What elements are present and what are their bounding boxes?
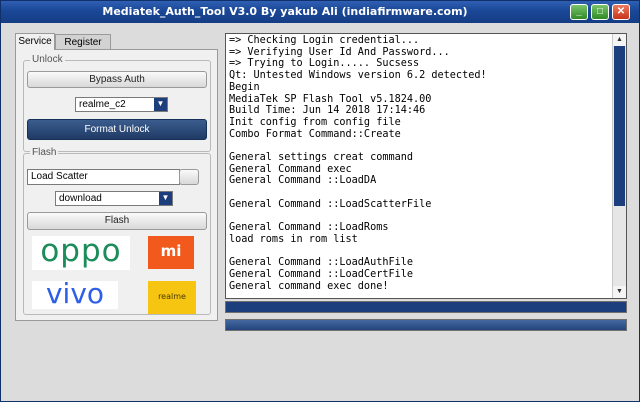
model-select-value: realme_c2 — [79, 99, 126, 110]
minimize-button[interactable]: _ — [570, 4, 588, 20]
log-line: Begin — [229, 81, 260, 93]
tab-service[interactable]: Service — [15, 33, 55, 50]
log-line: Build Time: Jun 14 2018 17:14:46 — [229, 105, 426, 117]
chevron-down-icon: ▼ — [159, 192, 172, 205]
log-line: MediaTek SP Flash Tool v5.1824.00 — [229, 93, 432, 105]
progress-bar — [225, 301, 627, 313]
unlock-group: Unlock Bypass Auth realme_c2 ▼ Format Un… — [23, 54, 211, 152]
log-line: => Trying to Login..... Sucsess — [229, 58, 420, 70]
scatter-file-text: Load Scatter — [31, 171, 88, 182]
window-title: Mediatek_Auth_Tool V3.0 By yakub Ali (in… — [102, 5, 468, 18]
log-line: General settings creat command — [229, 152, 414, 164]
log-line: General Command ::LoadCertFile — [229, 269, 414, 281]
log-line: General Command ::LoadScatterFile — [229, 198, 432, 210]
log-line: General Command exec — [229, 163, 352, 175]
realme-logo: realme — [148, 281, 196, 314]
chevron-down-icon: ▼ — [154, 98, 167, 111]
flash-group: Flash Load Scatter download ▼ Flash oppo… — [23, 147, 211, 315]
flash-button[interactable]: Flash — [27, 212, 207, 230]
app-window: Mediatek_Auth_Tool V3.0 By yakub Ali (in… — [0, 0, 640, 402]
log-text: => Checking Login credential... => Verify… — [229, 35, 613, 292]
mode-select-value: download — [59, 193, 102, 204]
log-scrollbar[interactable]: ▲ ▼ — [612, 34, 626, 298]
realme-logo-text: realme — [158, 292, 186, 301]
log-line: General Command ::LoadAuthFile — [229, 257, 414, 269]
scroll-down-icon[interactable]: ▼ — [613, 286, 626, 298]
bypass-auth-button[interactable]: Bypass Auth — [27, 71, 207, 88]
maximize-button[interactable]: □ — [591, 4, 609, 20]
log-line: load roms in rom list — [229, 233, 358, 245]
mi-logo: mi — [148, 236, 194, 269]
scroll-up-icon[interactable]: ▲ — [613, 34, 626, 46]
log-line: General Command ::LoadDA — [229, 175, 377, 187]
vivo-logo-text: vivo — [45, 277, 105, 310]
log-line: => Verifying User Id And Password... — [229, 46, 450, 58]
mode-select[interactable]: download ▼ — [55, 191, 173, 206]
log-line: General command exec done! — [229, 280, 389, 292]
maximize-icon: □ — [596, 6, 604, 17]
title-bar[interactable]: Mediatek_Auth_Tool V3.0 By yakub Ali (in… — [1, 1, 639, 23]
minimize-icon: _ — [576, 6, 582, 17]
vivo-logo: vivo — [32, 277, 118, 310]
log-line: => Checking Login credential... — [229, 35, 420, 46]
log-line: Qt: Untested Windows version 6.2 detecte… — [229, 70, 487, 82]
unlock-group-label: Unlock — [30, 54, 65, 65]
log-line: General Command ::LoadRoms — [229, 222, 389, 234]
oppo-logo-text: oppo — [40, 233, 122, 269]
tab-register[interactable]: Register — [55, 34, 111, 49]
scroll-thumb[interactable] — [614, 46, 625, 206]
format-unlock-button[interactable]: Format Unlock — [27, 119, 207, 140]
service-panel: Unlock Bypass Auth realme_c2 ▼ Format Un… — [15, 49, 218, 321]
close-icon: ✕ — [616, 6, 626, 17]
model-select[interactable]: realme_c2 ▼ — [75, 97, 168, 112]
flash-group-label: Flash — [30, 147, 59, 158]
log-line: Combo Format Command::Create — [229, 128, 401, 140]
log-console[interactable]: => Checking Login credential... => Verify… — [225, 33, 627, 299]
log-line: Init config from config file — [229, 116, 401, 128]
browse-scatter-button[interactable] — [179, 169, 199, 185]
scatter-file-input[interactable]: Load Scatter — [27, 169, 180, 185]
close-button[interactable]: ✕ — [612, 4, 630, 20]
oppo-logo: oppo — [32, 233, 130, 270]
mi-logo-text: mi — [160, 242, 182, 260]
status-bar — [225, 319, 627, 331]
